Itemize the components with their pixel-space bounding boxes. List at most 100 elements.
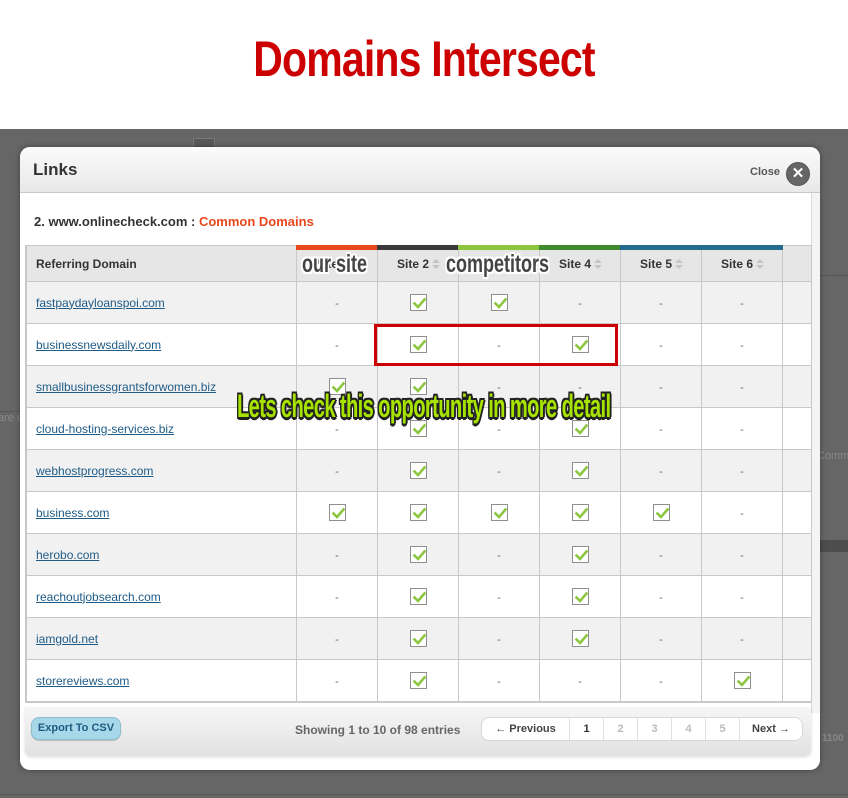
arrow-left-icon: ←: [495, 723, 507, 735]
spacer-cell: [782, 449, 812, 492]
domain-link[interactable]: fastpaydayloanspoi.com: [36, 296, 165, 310]
site-1-cell: [296, 365, 378, 408]
column-header-site-6[interactable]: Site 6: [701, 245, 783, 282]
checkmark-icon: [490, 294, 508, 311]
site-6-cell: -: [701, 365, 783, 408]
background-number: 1100: [822, 733, 844, 744]
empty-mark: -: [578, 297, 582, 310]
checkmark-icon: [733, 672, 751, 689]
spacer-cell: [782, 281, 812, 324]
spacer-cell: [782, 407, 812, 450]
empty-mark: -: [497, 423, 501, 436]
site-3-cell: [458, 281, 540, 324]
export-csv-button[interactable]: Export To CSV: [31, 717, 121, 740]
checkmark-icon: [328, 378, 346, 395]
column-header-site-5[interactable]: Site 5: [620, 245, 702, 282]
site-1-cell: -: [296, 617, 378, 660]
empty-mark: -: [740, 297, 744, 310]
column-header-site-2[interactable]: Site 2: [377, 245, 459, 282]
domain-link[interactable]: storereviews.com: [36, 674, 129, 688]
domain-link[interactable]: cloud-hosting-services.biz: [36, 422, 174, 436]
checkmark-icon: [571, 504, 589, 521]
table-row: webhostprogress.com - - - -: [26, 449, 812, 492]
empty-mark: -: [497, 465, 501, 478]
close-link[interactable]: Close: [750, 166, 780, 178]
page-3-button[interactable]: 3: [638, 718, 672, 740]
sort-arrows-icon[interactable]: [432, 258, 440, 269]
column-header-label: Referring Domain: [36, 256, 137, 271]
site-6-cell: [701, 659, 783, 702]
domain-link[interactable]: business.com: [36, 506, 109, 520]
site-2-cell: [377, 617, 459, 660]
background-divider: [0, 794, 848, 795]
site-color-strip: [539, 245, 621, 250]
entries-info: Showing 1 to 10 of 98 entries: [295, 723, 461, 737]
empty-mark: -: [335, 549, 339, 562]
empty-mark: -: [740, 339, 744, 352]
checkmark-icon: [409, 462, 427, 479]
site-5-cell: -: [620, 323, 702, 366]
column-header-label: Site 6: [720, 256, 753, 271]
site-4-cell: [539, 533, 621, 576]
modal-scrollbar[interactable]: [811, 193, 820, 713]
empty-mark: -: [659, 591, 663, 604]
domain-link[interactable]: reachoutjobsearch.com: [36, 590, 161, 604]
column-header-label: Site 3: [477, 256, 510, 271]
modal-header: Links Close ✕: [20, 147, 820, 193]
sort-arrows-icon[interactable]: [513, 258, 521, 269]
site-5-cell: -: [620, 449, 702, 492]
domain-cell: webhostprogress.com: [26, 449, 297, 492]
site-4-cell: [539, 407, 621, 450]
column-header-site-3[interactable]: Site 3: [458, 245, 540, 282]
domain-link[interactable]: webhostprogress.com: [36, 464, 153, 478]
checkmark-icon: [409, 546, 427, 563]
site-4-cell: -: [539, 281, 621, 324]
sort-arrows-icon[interactable]: [675, 258, 683, 269]
domain-cell: iamgold.net: [26, 617, 297, 660]
column-header-referring-domain[interactable]: Referring Domain: [26, 245, 297, 282]
spacer-cell: [782, 365, 812, 408]
site-2-cell: [377, 323, 459, 366]
site-2-cell: [377, 533, 459, 576]
background-divider: [820, 275, 848, 276]
checkmark-icon: [409, 294, 427, 311]
site-5-cell: -: [620, 533, 702, 576]
site-color-strip: [701, 245, 783, 250]
banner-title: Domains Intersect: [253, 31, 595, 87]
next-page-button[interactable]: Next →: [740, 718, 802, 740]
sort-arrows-icon[interactable]: [756, 258, 764, 269]
previous-label: Previous: [509, 723, 556, 735]
domain-link[interactable]: iamgold.net: [36, 632, 98, 646]
column-header-site-1[interactable]: Site 1: [296, 245, 378, 282]
previous-page-button[interactable]: ← Previous: [482, 718, 570, 740]
close-x-icon[interactable]: ✕: [786, 162, 810, 186]
page-5-button[interactable]: 5: [706, 718, 740, 740]
column-header-site-4[interactable]: Site 4: [539, 245, 621, 282]
modal-subtitle: 2. www.onlinecheck.com : Common Domains: [34, 214, 314, 229]
spacer-cell: [782, 491, 812, 534]
site-1-cell: -: [296, 533, 378, 576]
site-6-cell: -: [701, 281, 783, 324]
page-1-button[interactable]: 1: [570, 718, 604, 740]
checkmark-icon: [571, 630, 589, 647]
site-5-cell: -: [620, 575, 702, 618]
sort-arrows-icon[interactable]: [594, 258, 602, 269]
site-1-cell: -: [296, 407, 378, 450]
page-4-button[interactable]: 4: [672, 718, 706, 740]
subtitle-accent: Common Domains: [198, 214, 314, 229]
site-3-cell: -: [458, 533, 540, 576]
site-1-cell: -: [296, 323, 378, 366]
empty-mark: -: [497, 675, 501, 688]
empty-mark: -: [659, 339, 663, 352]
domain-link[interactable]: businessnewsdaily.com: [36, 338, 161, 352]
table-row: reachoutjobsearch.com - - - -: [26, 575, 812, 618]
site-4-cell: -: [539, 659, 621, 702]
empty-mark: -: [335, 339, 339, 352]
domain-link[interactable]: herobo.com: [36, 548, 99, 562]
sort-arrows-icon[interactable]: [351, 258, 359, 269]
page-2-button[interactable]: 2: [604, 718, 638, 740]
checkmark-icon: [571, 588, 589, 605]
site-3-cell: -: [458, 575, 540, 618]
table-row: cloud-hosting-services.biz - - - -: [26, 407, 812, 450]
domain-link[interactable]: smallbusinessgrantsforwomen.biz: [36, 380, 216, 394]
